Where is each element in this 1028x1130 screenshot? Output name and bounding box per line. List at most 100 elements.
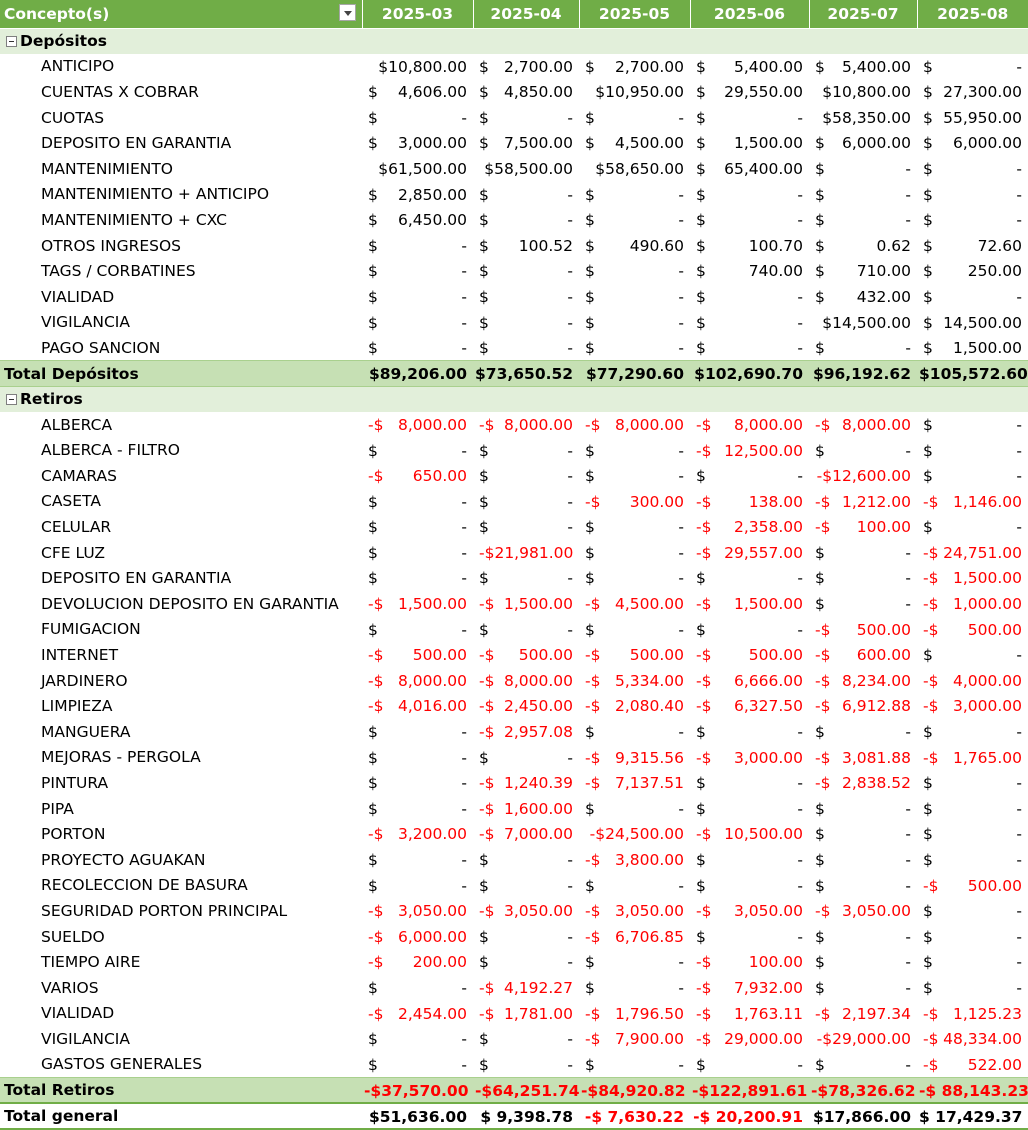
currency-symbol: $ — [368, 83, 378, 102]
amount-value: - — [1016, 902, 1022, 921]
amount-cell: $ - — [809, 949, 917, 975]
amount-value: 5,400.00 — [841, 57, 911, 76]
currency-symbol: -$ — [923, 748, 939, 767]
currency-symbol: $ — [368, 492, 378, 511]
currency-symbol: $ — [923, 108, 933, 127]
table-row: INTERNET -$ 500.00 -$ 500.00 -$ 500.00 -$ 500.00… — [0, 642, 1028, 668]
currency-symbol: -$ — [368, 595, 384, 614]
amount-value: 1,240.39 — [503, 774, 573, 793]
amount-value: - — [461, 748, 467, 767]
amount-value: - — [905, 441, 911, 460]
amount-value: 9,315.56 — [614, 748, 684, 767]
amount-cell: $ - — [809, 182, 917, 208]
amount-value: $102,690.70 — [694, 365, 803, 384]
amount-value: 7,900.00 — [614, 1030, 684, 1049]
amount-value: - — [905, 876, 911, 895]
currency-symbol: -$ — [585, 1030, 601, 1049]
filter-dropdown-button[interactable] — [338, 4, 356, 21]
amount-cell: $ - — [690, 719, 809, 745]
amount-cell: $250.00 — [917, 258, 1028, 284]
amount-value: 100.00 — [856, 518, 911, 537]
amount-cell: $ - — [473, 1052, 579, 1078]
amount-value: 7,500.00 — [503, 134, 573, 153]
amount-value: - — [678, 262, 684, 281]
collapse-icon[interactable] — [6, 36, 17, 48]
amount-cell: -$ 8,000.00 — [362, 668, 473, 694]
currency-symbol: $ — [479, 83, 489, 102]
currency-symbol: $ — [815, 978, 825, 997]
amount-cell: -$ 1,500.00 — [917, 565, 1028, 591]
group-row[interactable]: Retiros — [0, 386, 1028, 412]
table-row: SEGURIDAD PORTON PRINCIPAL -$ 3,050.00 -$ 3,… — [0, 898, 1028, 924]
currency-symbol: -$ — [815, 902, 831, 921]
amount-value: 1,500.00 — [952, 569, 1022, 588]
currency-symbol: $ — [479, 313, 489, 332]
table-row: ALBERCA -$ 8,000.00 -$ 8,000.00 -$ 8,000.00 -$ 8… — [0, 412, 1028, 438]
amount-value: 500.00 — [412, 646, 467, 665]
amount-value: 8,000.00 — [503, 415, 573, 434]
amount-value: 2,454.00 — [397, 1004, 467, 1023]
currency-symbol: $ — [815, 953, 825, 972]
currency-symbol: -$ — [815, 518, 831, 537]
group-row[interactable]: Depósitos — [0, 28, 1028, 54]
currency-symbol: -$ — [368, 415, 384, 434]
concept-header: Concepto(s) — [0, 0, 362, 29]
amount-cell: -$ 1,781.00 — [473, 1001, 579, 1027]
row-label: INTERNET — [41, 646, 119, 665]
amount-value: $58,500.00 — [484, 159, 573, 178]
currency-symbol: $ — [923, 262, 933, 281]
amount-value: - — [461, 339, 467, 358]
amount-cell: $ - — [690, 284, 809, 310]
amount-value: 1,146.00 — [952, 492, 1022, 511]
row-label: ALBERCA — [41, 415, 113, 434]
amount-cell: $ - — [809, 719, 917, 745]
table-row: MANTENIMIENTO + ANTICIPO $2,850.00 $ - $ - $ - $… — [0, 182, 1028, 208]
currency-symbol: -$ — [479, 774, 495, 793]
collapse-icon[interactable] — [6, 394, 17, 406]
currency-symbol: -$ — [923, 1055, 939, 1074]
amount-cell: $ - — [809, 335, 917, 361]
amount-value: - — [567, 211, 573, 230]
currency-symbol: -$ — [585, 1004, 601, 1023]
concept-header-label: Concepto(s) — [4, 4, 110, 23]
currency-symbol: $ — [815, 825, 825, 844]
amount-value: 3,200.00 — [397, 825, 467, 844]
currency-symbol: $ — [696, 723, 706, 742]
currency-symbol: $ — [479, 1030, 489, 1049]
amount-cell: $100.52 — [473, 233, 579, 259]
amount-cell: $ - — [917, 207, 1028, 233]
amount-cell: -$ 5,334.00 — [579, 668, 690, 694]
group-label-cell[interactable]: Depósitos — [0, 28, 1028, 54]
amount-value: - — [797, 185, 803, 204]
amount-cell: $ - — [362, 438, 473, 464]
amount-cell: $ - — [579, 463, 690, 489]
amount-value: 2,700.00 — [503, 57, 573, 76]
row-label: DEVOLUCION DEPOSITO EN GARANTIA — [41, 594, 339, 613]
amount-value: - — [905, 799, 911, 818]
amount-value: - — [678, 978, 684, 997]
amount-cell: $ - — [579, 796, 690, 822]
row-label: GASTOS GENERALES — [41, 1055, 203, 1074]
amount-cell: $ - — [917, 642, 1028, 668]
currency-symbol: $ — [923, 211, 933, 230]
amount-value: -$12,600.00 — [816, 467, 911, 486]
amount-cell: $ - — [690, 617, 809, 643]
amount-value: - — [678, 211, 684, 230]
amount-cell: $ - — [579, 284, 690, 310]
row-label: SEGURIDAD PORTON PRINCIPAL — [41, 901, 288, 920]
group-label-cell[interactable]: Retiros — [0, 386, 1028, 412]
amount-cell: $ - — [362, 617, 473, 643]
row-label: MANTENIMIENTO + ANTICIPO — [41, 185, 270, 204]
amount-value: 10,500.00 — [724, 825, 803, 844]
amount-cell: $ - — [473, 284, 579, 310]
amount-cell: $10,800.00 — [809, 79, 917, 105]
amount-value: $14,500.00 — [822, 313, 911, 332]
currency-symbol: -$ — [696, 825, 712, 844]
currency-symbol: $ — [923, 774, 933, 793]
amount-cell: $ - — [362, 719, 473, 745]
amount-value: - — [797, 108, 803, 127]
currency-symbol: $ — [479, 185, 489, 204]
amount-cell: $ - — [809, 156, 917, 182]
amount-cell: $ - — [690, 207, 809, 233]
amount-value: 8,000.00 — [614, 415, 684, 434]
